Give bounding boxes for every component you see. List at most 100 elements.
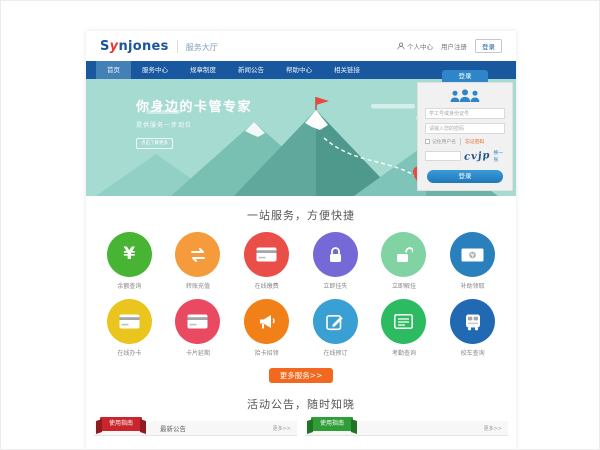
nav-item-help-center[interactable]: 帮助中心 — [275, 61, 323, 79]
screenshot-canvas: Synjones 服务大厅 个人中心 用户注册 登录 首页 服务中心 规章制度 … — [0, 0, 600, 450]
service-label: 考勤查询 — [370, 348, 439, 357]
service-label: 拾卡招领 — [232, 348, 301, 357]
guide-ribbon-tab[interactable]: 使用指南 — [311, 417, 353, 431]
bank-card-icon — [119, 314, 140, 329]
announcement-panels: 使用指南 最新公告 更多>> 使用指南 更多>> — [94, 421, 508, 450]
panel-header: 使用指南 更多>> — [305, 421, 508, 436]
announcements-title: 活动公告，随时知晓 — [86, 396, 516, 412]
service-label: 余额查询 — [95, 281, 164, 290]
service-label: 立即解挂 — [370, 281, 439, 290]
service-circle[interactable] — [450, 299, 495, 344]
service-item-subsidy[interactable]: ¥ 补助领取 — [438, 232, 507, 290]
remember-checkbox[interactable] — [425, 139, 430, 144]
nav-item-rules[interactable]: 规章制度 — [179, 61, 227, 79]
register-link[interactable]: 用户注册 — [441, 41, 467, 51]
service-item-card-extend[interactable]: 卡片延期 — [164, 299, 233, 357]
username-input[interactable] — [425, 108, 505, 119]
panel-header: 使用指南 最新公告 更多>> — [94, 421, 297, 436]
service-item-attendance[interactable]: 考勤查询 — [370, 299, 439, 357]
services-section: 一站服务，方便快捷 ¥ 余额查询 转账充值 在线缴费 — [86, 196, 516, 383]
megaphone-icon — [257, 313, 277, 331]
service-item-unlock[interactable]: 立即解挂 — [370, 232, 439, 290]
service-circle[interactable] — [175, 232, 220, 277]
service-label: 补助领取 — [438, 281, 507, 290]
services-title: 一站服务，方便快捷 — [86, 207, 516, 223]
guide-ribbon-tab[interactable]: 使用指南 — [100, 417, 142, 431]
panel-content — [305, 436, 508, 450]
service-circle[interactable] — [244, 232, 289, 277]
service-item-transfer[interactable]: 转账充值 — [164, 232, 233, 290]
announcements-section: 活动公告，随时知晓 使用指南 最新公告 更多>> 使用指南 更多>> — [86, 396, 516, 450]
logo-suffix: njones — [118, 39, 168, 54]
header-login-button[interactable]: 登录 — [475, 39, 502, 53]
password-input[interactable] — [425, 123, 505, 134]
personal-center-link[interactable]: 个人中心 — [397, 41, 433, 51]
login-submit-button[interactable]: 登录 — [427, 170, 503, 183]
attendance-icon — [394, 314, 413, 329]
more-link[interactable]: 更多>> — [273, 425, 291, 432]
latest-news-tab[interactable]: 最新公告 — [160, 423, 186, 433]
service-circle[interactable] — [381, 299, 426, 344]
logo-prefix: S — [100, 39, 110, 54]
service-label: 校车查询 — [438, 348, 507, 357]
svg-text:¥: ¥ — [471, 251, 475, 259]
service-label: 转账充值 — [164, 281, 233, 290]
captcha-refresh-link[interactable]: 换一张 — [494, 149, 505, 163]
service-item-balance[interactable]: ¥ 余额查询 — [95, 232, 164, 290]
hero-text: 你身边的卡管专家 提供服务一步到位 点击了解更多 — [136, 96, 252, 149]
transfer-arrows-icon — [188, 248, 208, 262]
service-item-report-loss[interactable]: 立即挂失 — [301, 232, 370, 290]
captcha-input[interactable] — [425, 151, 461, 161]
unlock-icon — [394, 246, 413, 264]
service-circle[interactable] — [244, 299, 289, 344]
forgot-password-link[interactable]: 忘记密码 — [460, 138, 484, 145]
edit-icon — [326, 313, 344, 331]
service-item-school-bus[interactable]: 校车查询 — [438, 299, 507, 357]
bus-icon — [464, 313, 482, 331]
nav-item-news[interactable]: 新闻公告 — [227, 61, 275, 79]
service-label: 在线预订 — [301, 348, 370, 357]
users-icon — [448, 89, 482, 104]
service-circle[interactable]: ¥ — [107, 232, 152, 277]
service-item-pay[interactable]: 在线缴费 — [232, 232, 301, 290]
site-header: Synjones 服务大厅 个人中心 用户注册 登录 — [86, 31, 516, 61]
login-tab[interactable]: 登录 — [442, 70, 488, 82]
service-label: 在线办卡 — [95, 348, 164, 357]
service-circle[interactable] — [313, 232, 358, 277]
nav-item-related-links[interactable]: 相关链接 — [323, 61, 371, 79]
service-circle[interactable]: ¥ — [450, 232, 495, 277]
guide-panel-2: 使用指南 更多>> — [305, 421, 508, 450]
service-circle[interactable] — [175, 299, 220, 344]
site-name: 服务大厅 — [177, 40, 218, 53]
bank-card-icon — [256, 247, 277, 262]
service-item-apply-card[interactable]: 在线办卡 — [95, 299, 164, 357]
panel-content — [94, 436, 297, 450]
captcha-image[interactable]: cvjp — [464, 150, 491, 163]
service-item-found-card[interactable]: 拾卡招领 — [232, 299, 301, 357]
portal-page: Synjones 服务大厅 个人中心 用户注册 登录 首页 服务中心 规章制度 … — [86, 31, 516, 450]
more-link[interactable]: 更多>> — [484, 425, 502, 432]
service-circle[interactable] — [107, 299, 152, 344]
services-grid: ¥ 余额查询 转账充值 在线缴费 — [95, 232, 507, 357]
hero-banner: 你身边的卡管专家 提供服务一步到位 点击了解更多 登录 — [86, 79, 516, 196]
user-icon — [397, 42, 405, 50]
banknote-icon: ¥ — [461, 248, 484, 262]
hero-cta-button[interactable]: 点击了解更多 — [136, 138, 173, 149]
captcha-row: cvjp 换一张 — [425, 149, 505, 163]
service-circle[interactable] — [381, 232, 426, 277]
nav-item-home[interactable]: 首页 — [96, 61, 131, 79]
bank-card-icon — [187, 314, 208, 329]
personal-center-label: 个人中心 — [407, 41, 433, 51]
service-item-online-booking[interactable]: 在线预订 — [301, 299, 370, 357]
logo[interactable]: Synjones — [100, 39, 169, 54]
hero-title: 你身边的卡管专家 — [136, 96, 252, 115]
login-panel: 登录 记住用户名 忘记密码 — [417, 70, 513, 191]
header-actions: 个人中心 用户注册 登录 — [397, 39, 502, 53]
more-services-button[interactable]: 更多服务>> — [269, 368, 333, 383]
service-label: 立即挂失 — [301, 281, 370, 290]
register-label: 用户注册 — [441, 41, 467, 51]
guide-panel: 使用指南 最新公告 更多>> — [94, 421, 297, 450]
service-circle[interactable] — [313, 299, 358, 344]
service-label: 在线缴费 — [232, 281, 301, 290]
nav-item-service-center[interactable]: 服务中心 — [131, 61, 179, 79]
